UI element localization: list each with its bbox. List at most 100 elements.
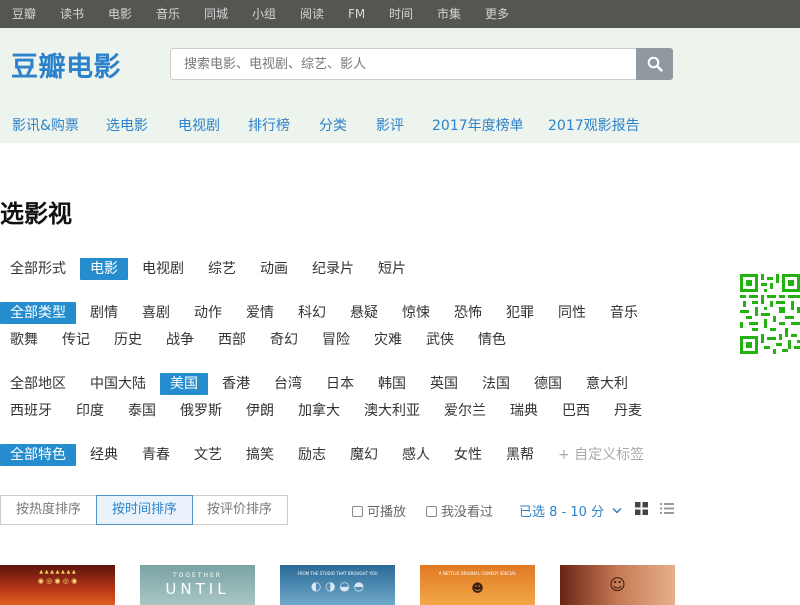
sub-nav-showtimes[interactable]: 影讯&购票 — [12, 115, 79, 135]
filter-tag[interactable]: 冒险 — [312, 329, 360, 351]
filter-tag[interactable]: 感人 — [392, 444, 440, 466]
global-nav-link[interactable]: FM — [348, 0, 365, 28]
checkbox-icon[interactable] — [426, 506, 437, 517]
filter-tag[interactable]: 剧情 — [80, 302, 128, 324]
filter-tag[interactable]: 歌舞 — [0, 329, 48, 351]
filter-tag[interactable]: 中国大陆 — [80, 373, 156, 395]
filter-tag[interactable]: 奇幻 — [260, 329, 308, 351]
filter-tag[interactable]: 魔幻 — [340, 444, 388, 466]
filter-tag[interactable]: 香港 — [212, 373, 260, 395]
movie-poster[interactable]: ☺ — [560, 565, 675, 605]
sub-nav-charts[interactable]: 排行榜 — [248, 115, 290, 135]
filter-tag[interactable]: 巴西 — [552, 400, 600, 422]
search-input[interactable] — [171, 49, 637, 79]
filter-tag[interactable]: 英国 — [420, 373, 468, 395]
filter-tag-selected[interactable]: 全部特色 — [0, 444, 76, 466]
filter-tag[interactable]: 台湾 — [264, 373, 312, 395]
filter-tag[interactable]: 灾难 — [364, 329, 412, 351]
filter-tag[interactable]: 青春 — [132, 444, 180, 466]
sub-nav-reviews[interactable]: 影评 — [376, 115, 404, 135]
global-nav-link[interactable]: 市集 — [437, 0, 461, 28]
filter-tag[interactable]: 武侠 — [416, 329, 464, 351]
filter-tag[interactable]: 同性 — [548, 302, 596, 324]
filter-tag[interactable]: 悬疑 — [340, 302, 388, 324]
rating-range-label: 已选 8 - 10 分 — [519, 505, 605, 520]
filter-tag[interactable]: 瑞典 — [500, 400, 548, 422]
filter-tag[interactable]: 韩国 — [368, 373, 416, 395]
movie-poster[interactable]: A NETFLIX ORIGINAL COMEDY SPECIAL ☻ — [420, 565, 535, 605]
filter-tag[interactable]: 爱尔兰 — [434, 400, 496, 422]
filter-tag[interactable]: 电视剧 — [132, 258, 194, 280]
rating-range-dropdown[interactable]: 已选 8 - 10 分 — [519, 501, 622, 520]
filter-tag[interactable]: 搞笑 — [236, 444, 284, 466]
grid-view-icon[interactable] — [635, 502, 648, 515]
filter-tag[interactable]: 西部 — [208, 329, 256, 351]
global-nav-link[interactable]: 时间 — [389, 0, 413, 28]
filter-tag[interactable]: 历史 — [104, 329, 152, 351]
sort-by-popularity-button[interactable]: 按热度排序 — [0, 495, 98, 525]
filter-tag[interactable]: 综艺 — [198, 258, 246, 280]
custom-tag-link[interactable]: + 自定义标签 — [548, 444, 654, 466]
filter-tag-selected[interactable]: 全部类型 — [0, 302, 76, 324]
list-view-icon[interactable] — [660, 502, 674, 515]
sub-nav-tv[interactable]: 电视剧 — [178, 115, 220, 135]
filter-tag[interactable]: 泰国 — [118, 400, 166, 422]
site-logo[interactable]: 豆瓣电影 — [11, 45, 121, 84]
global-nav-link[interactable]: 同城 — [204, 0, 228, 28]
checkbox-icon[interactable] — [352, 506, 363, 517]
filter-tag[interactable]: 全部形式 — [0, 258, 76, 280]
filter-tag-selected[interactable]: 电影 — [80, 258, 128, 280]
movie-poster[interactable]: TOGETHER UNTIL — [140, 565, 255, 605]
filter-tag[interactable]: 纪录片 — [302, 258, 364, 280]
global-nav-link[interactable]: 小组 — [252, 0, 276, 28]
movie-poster[interactable]: ▲ ▲ ▲ ▲ ▲ ▲ ▲ ◉ ◎ ◉ ◎ ◉ — [0, 565, 115, 605]
movie-poster[interactable]: FROM THE STUDIO THAT BROUGHT YOU ◐ ◑ ◒ ◓ — [280, 565, 395, 605]
filter-tag[interactable]: 经典 — [80, 444, 128, 466]
filter-tag[interactable]: 爱情 — [236, 302, 284, 324]
filter-tag[interactable]: 战争 — [156, 329, 204, 351]
global-nav-link[interactable]: 豆瓣 — [12, 0, 36, 28]
global-nav-link[interactable]: 更多 — [485, 0, 509, 28]
filter-tag[interactable]: 动画 — [250, 258, 298, 280]
global-nav-link[interactable]: 阅读 — [300, 0, 324, 28]
filter-tag-selected[interactable]: 美国 — [160, 373, 208, 395]
filter-tag[interactable]: 西班牙 — [0, 400, 62, 422]
unwatched-checkbox[interactable]: 我没看过 — [426, 501, 493, 520]
filter-tag[interactable]: 丹麦 — [604, 400, 652, 422]
sub-nav-explore-movies[interactable]: 选电影 — [106, 115, 148, 135]
filter-tag[interactable]: 加拿大 — [288, 400, 350, 422]
search-button[interactable] — [636, 48, 673, 80]
filter-tag[interactable]: 俄罗斯 — [170, 400, 232, 422]
global-nav-link[interactable]: 电影 — [108, 0, 132, 28]
filter-tag[interactable]: 法国 — [472, 373, 520, 395]
filter-tag[interactable]: 澳大利亚 — [354, 400, 430, 422]
filter-tag[interactable]: 恐怖 — [444, 302, 492, 324]
filter-tag[interactable]: 情色 — [468, 329, 516, 351]
filter-tag[interactable]: 科幻 — [288, 302, 336, 324]
sub-nav-categories[interactable]: 分类 — [319, 115, 347, 135]
filter-tag[interactable]: 犯罪 — [496, 302, 544, 324]
sort-by-rating-button[interactable]: 按评价排序 — [191, 495, 289, 525]
filter-tag[interactable]: 文艺 — [184, 444, 232, 466]
filter-tag[interactable]: 动作 — [184, 302, 232, 324]
filter-tag[interactable]: 全部地区 — [0, 373, 76, 395]
filter-tag[interactable]: 短片 — [368, 258, 416, 280]
filter-tag[interactable]: 黑帮 — [496, 444, 544, 466]
sub-nav-annual-report[interactable]: 2017观影报告 — [548, 115, 640, 135]
filter-tag[interactable]: 喜剧 — [132, 302, 180, 324]
filter-tag[interactable]: 日本 — [316, 373, 364, 395]
filter-tag[interactable]: 印度 — [66, 400, 114, 422]
filter-tag[interactable]: 意大利 — [576, 373, 638, 395]
global-nav-link[interactable]: 读书 — [60, 0, 84, 28]
filter-tag[interactable]: 德国 — [524, 373, 572, 395]
filter-tag[interactable]: 伊朗 — [236, 400, 284, 422]
filter-tag[interactable]: 传记 — [52, 329, 100, 351]
global-nav-link[interactable]: 音乐 — [156, 0, 180, 28]
sort-by-time-button[interactable]: 按时间排序 — [96, 495, 194, 525]
sub-nav-annual-list[interactable]: 2017年度榜单 — [432, 115, 524, 135]
playable-checkbox[interactable]: 可播放 — [352, 501, 406, 520]
filter-tag[interactable]: 音乐 — [600, 302, 648, 324]
filter-tag[interactable]: 励志 — [288, 444, 336, 466]
filter-tag[interactable]: 女性 — [444, 444, 492, 466]
filter-tag[interactable]: 惊悚 — [392, 302, 440, 324]
